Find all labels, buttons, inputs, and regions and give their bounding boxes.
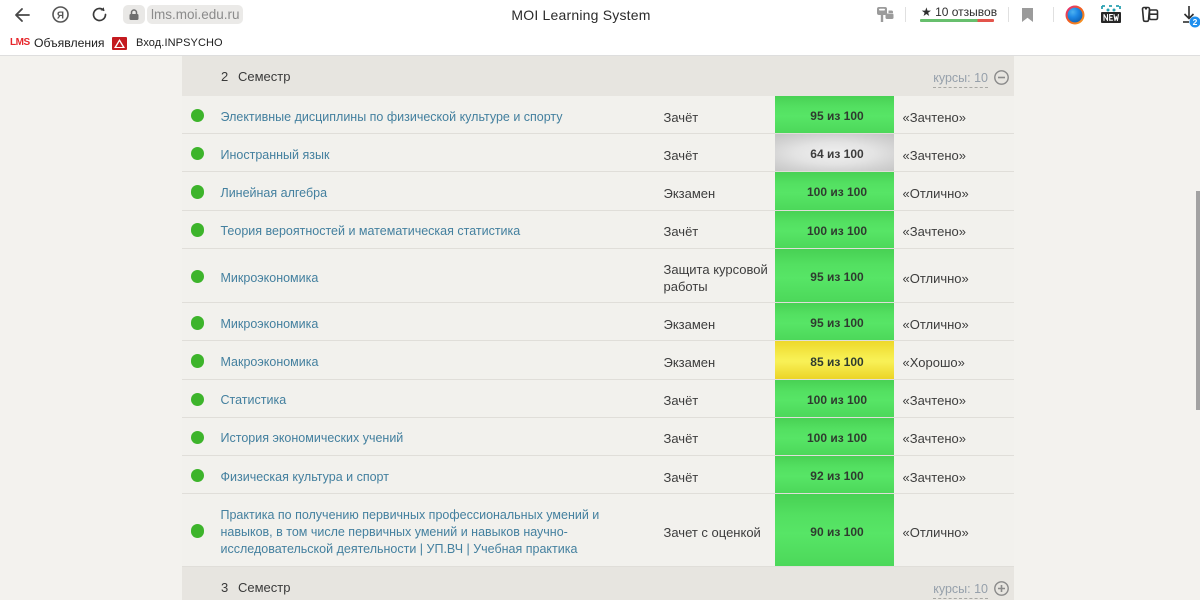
svg-text:2: 2 xyxy=(1193,17,1198,27)
